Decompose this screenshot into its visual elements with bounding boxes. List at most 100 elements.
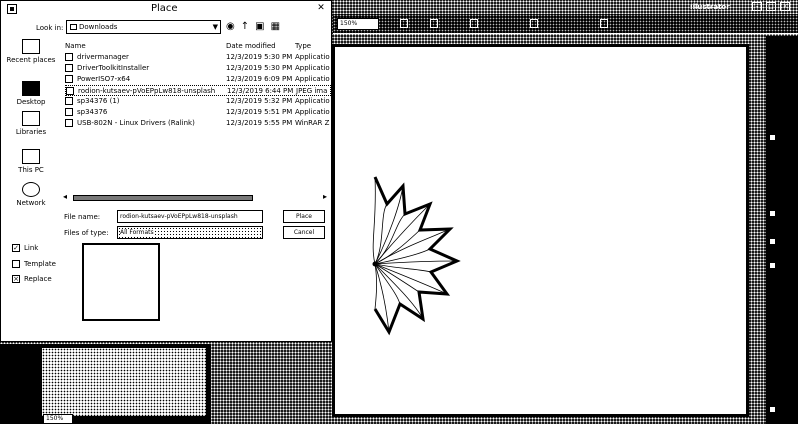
file-date: 12/3/2019 5:30 PM	[226, 53, 293, 61]
zoom-level[interactable]: 150%	[337, 18, 379, 30]
place-desktop[interactable]: Desktop	[6, 81, 56, 106]
file-type-select[interactable]: All Formats	[117, 226, 263, 239]
file-type: Applicatio	[295, 64, 330, 72]
panel-strip	[766, 36, 798, 424]
horizontal-scrollbar[interactable]: ◂ ▸	[63, 192, 331, 203]
app-title: Illustrator	[690, 3, 730, 11]
libraries-icon	[22, 111, 40, 126]
maximize-icon[interactable]: □	[766, 2, 776, 11]
look-in-label: Look in:	[36, 24, 64, 32]
place-this-pc[interactable]: This PC	[6, 149, 56, 174]
place-recent[interactable]: Recent places	[6, 39, 56, 64]
panel-icon[interactable]	[769, 134, 776, 141]
panel-icon[interactable]	[769, 262, 776, 269]
back-icon[interactable]: ◉	[226, 21, 235, 33]
place-button[interactable]: Place	[283, 210, 325, 223]
file-row[interactable]: sp34376 12/3/2019 5:51 PM Applicatio	[65, 107, 331, 118]
dialog-title: Place	[151, 3, 178, 14]
file-icon	[65, 75, 73, 83]
file-date: 12/3/2019 5:30 PM	[226, 64, 293, 72]
scroll-right-icon[interactable]: ▸	[323, 192, 327, 201]
pasteboard-area	[40, 346, 208, 418]
option-label: Replace	[24, 275, 52, 283]
file-type: Applicatio	[295, 75, 330, 83]
minimize-icon[interactable]: –	[752, 2, 762, 11]
desktop-icon	[22, 81, 40, 96]
file-name: USB-802N - Linux Drivers (Ralink)	[77, 119, 195, 127]
column-header-type[interactable]: Type	[295, 42, 311, 50]
file-name: sp34376 (1)	[77, 97, 120, 105]
toolbar-tool-icon[interactable]	[430, 19, 438, 28]
place-label: This PC	[18, 166, 44, 174]
place-label: Network	[16, 199, 46, 207]
place-dialog: Place ✕ Look in: Downloads ▼ ◉ ↑ ▣ ▦ Rec…	[0, 0, 332, 342]
toolbar-tool-icon[interactable]	[530, 19, 538, 28]
file-row[interactable]: PowerISO7-x64 12/3/2019 6:09 PM Applicat…	[65, 74, 331, 85]
file-date: 12/3/2019 5:51 PM	[226, 108, 293, 116]
column-header-date[interactable]: Date modified	[226, 42, 276, 50]
file-row[interactable]: sp34376 (1) 12/3/2019 5:32 PM Applicatio	[65, 96, 331, 107]
recent-places-icon	[22, 39, 40, 54]
file-row-selected[interactable]: rodion-kutsaev-pVoEPpLw818-unsplash 12/3…	[65, 85, 331, 96]
file-name: PowerISO7-x64	[77, 75, 131, 83]
file-type: JPEG ima	[296, 87, 328, 95]
app-icon	[7, 4, 17, 14]
cancel-button[interactable]: Cancel	[283, 226, 325, 239]
file-name: drivermanager	[77, 53, 129, 61]
panel-icon[interactable]	[769, 210, 776, 217]
file-name: sp34376	[77, 108, 108, 116]
close-window-icon[interactable]: ✕	[780, 2, 790, 11]
file-type: Applicatio	[295, 108, 330, 116]
artboard[interactable]	[332, 44, 749, 417]
option-label: Template	[24, 260, 56, 268]
close-icon[interactable]: ✕	[315, 3, 327, 14]
computer-icon	[22, 149, 40, 164]
toolbar-tool-icon[interactable]	[400, 19, 408, 28]
look-in-value: Downloads	[79, 23, 118, 31]
replace-checkbox[interactable]: ×	[12, 275, 20, 283]
nav-toolbar: ◉ ↑ ▣ ▦	[226, 20, 280, 34]
file-row[interactable]: DriverToolkitInstaller 12/3/2019 5:30 PM…	[65, 63, 331, 74]
place-label: Recent places	[6, 56, 56, 64]
file-name-label: File name:	[64, 213, 101, 221]
archive-icon	[65, 119, 73, 127]
file-icon	[65, 97, 73, 105]
panel-icon[interactable]	[769, 238, 776, 245]
place-network[interactable]: Network	[6, 182, 56, 207]
scrollbar-thumb[interactable]	[73, 195, 253, 201]
dialog-titlebar[interactable]: Place ✕	[1, 1, 331, 17]
toolbar-tool-icon[interactable]	[600, 19, 608, 28]
file-type: Applicatio	[295, 97, 330, 105]
image-preview	[82, 243, 160, 321]
network-icon	[22, 182, 40, 197]
file-date: 12/3/2019 5:55 PM	[226, 119, 293, 127]
column-header-name[interactable]: Name	[65, 42, 86, 50]
place-libraries[interactable]: Libraries	[6, 111, 56, 136]
panel-icon[interactable]	[769, 406, 776, 413]
file-type-value: All Formats	[120, 229, 154, 236]
scroll-left-icon[interactable]: ◂	[63, 192, 67, 201]
view-menu-icon[interactable]: ▦	[271, 21, 280, 33]
file-type: Applicatio	[295, 53, 330, 61]
status-zoom[interactable]: 150%	[43, 414, 73, 424]
link-checkbox[interactable]: ✓	[12, 244, 20, 252]
file-date: 12/3/2019 5:32 PM	[226, 97, 293, 105]
toolbar-tool-icon[interactable]	[470, 19, 478, 28]
file-row[interactable]: drivermanager 12/3/2019 5:30 PM Applicat…	[65, 52, 331, 63]
file-list: Name Date modified Type drivermanager 12…	[63, 39, 331, 199]
file-name-input[interactable]: rodion-kutsaev-pVoEPpLw818-unsplash	[117, 210, 263, 223]
file-row[interactable]: USB-802N - Linux Drivers (Ralink) 12/3/2…	[65, 118, 331, 129]
place-label: Desktop	[16, 98, 46, 106]
flower-artwork	[372, 176, 461, 336]
up-folder-icon[interactable]: ↑	[241, 21, 249, 33]
file-date: 12/3/2019 6:44 PM	[227, 87, 294, 95]
place-label: Libraries	[15, 128, 47, 136]
template-checkbox[interactable]	[12, 260, 20, 268]
look-in-select[interactable]: Downloads ▼	[66, 20, 221, 34]
file-name: rodion-kutsaev-pVoEPpLw818-unsplash	[78, 87, 216, 95]
new-folder-icon[interactable]: ▣	[255, 21, 264, 33]
image-file-icon	[66, 87, 74, 95]
file-icon	[65, 53, 73, 61]
file-icon	[65, 64, 73, 72]
file-icon	[65, 108, 73, 116]
